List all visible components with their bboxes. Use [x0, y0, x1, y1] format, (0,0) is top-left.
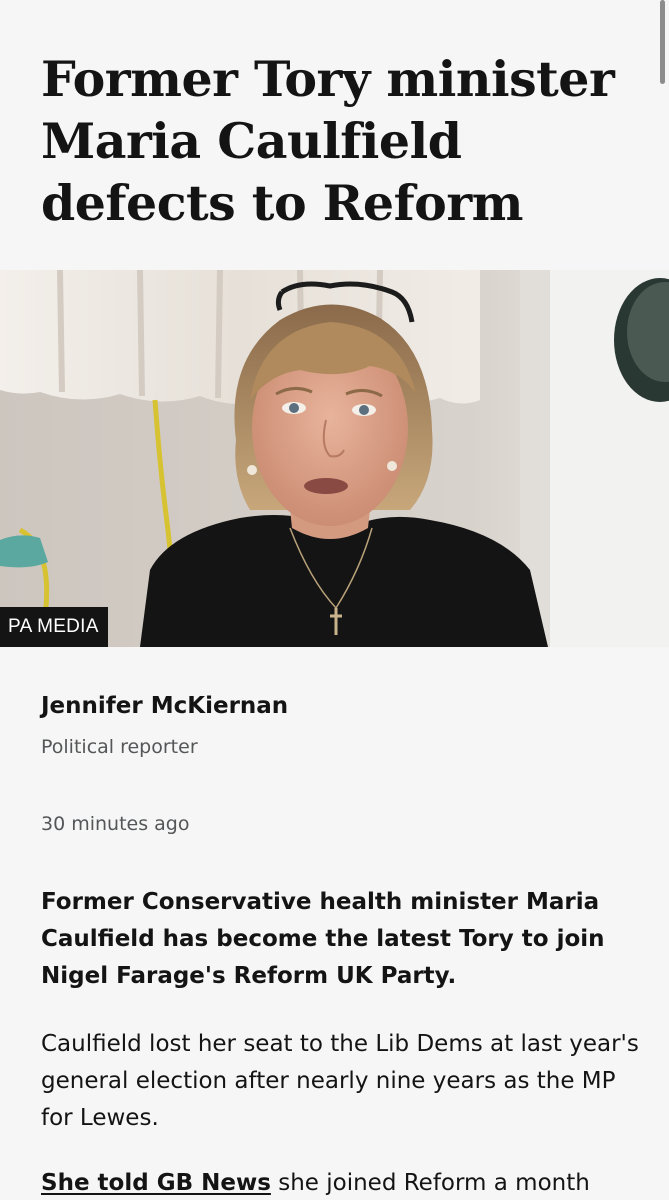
partial-paragraph-text: she joined Reform a month [270, 1170, 590, 1196]
article-lead: Former Conservative health minister Mari… [41, 889, 605, 989]
article-headline: Former Tory minister Maria Caulfield def… [41, 50, 615, 232]
hero-photo [0, 270, 669, 647]
byline-role: Political reporter [41, 736, 198, 758]
image-credit: PA MEDIA [0, 607, 108, 647]
article-timestamp: 30 minutes ago [41, 813, 190, 835]
byline-author: Jennifer McKiernan [41, 693, 289, 719]
article-paragraph-partial: She told GB News she joined Reform a mon… [41, 1165, 661, 1200]
gb-news-link[interactable]: She told GB News [41, 1170, 271, 1196]
article-hero-image: PA MEDIA [0, 270, 669, 647]
article-paragraph: Caulfield lost her seat to the Lib Dems … [41, 1031, 639, 1131]
scrollbar[interactable] [660, 0, 665, 84]
